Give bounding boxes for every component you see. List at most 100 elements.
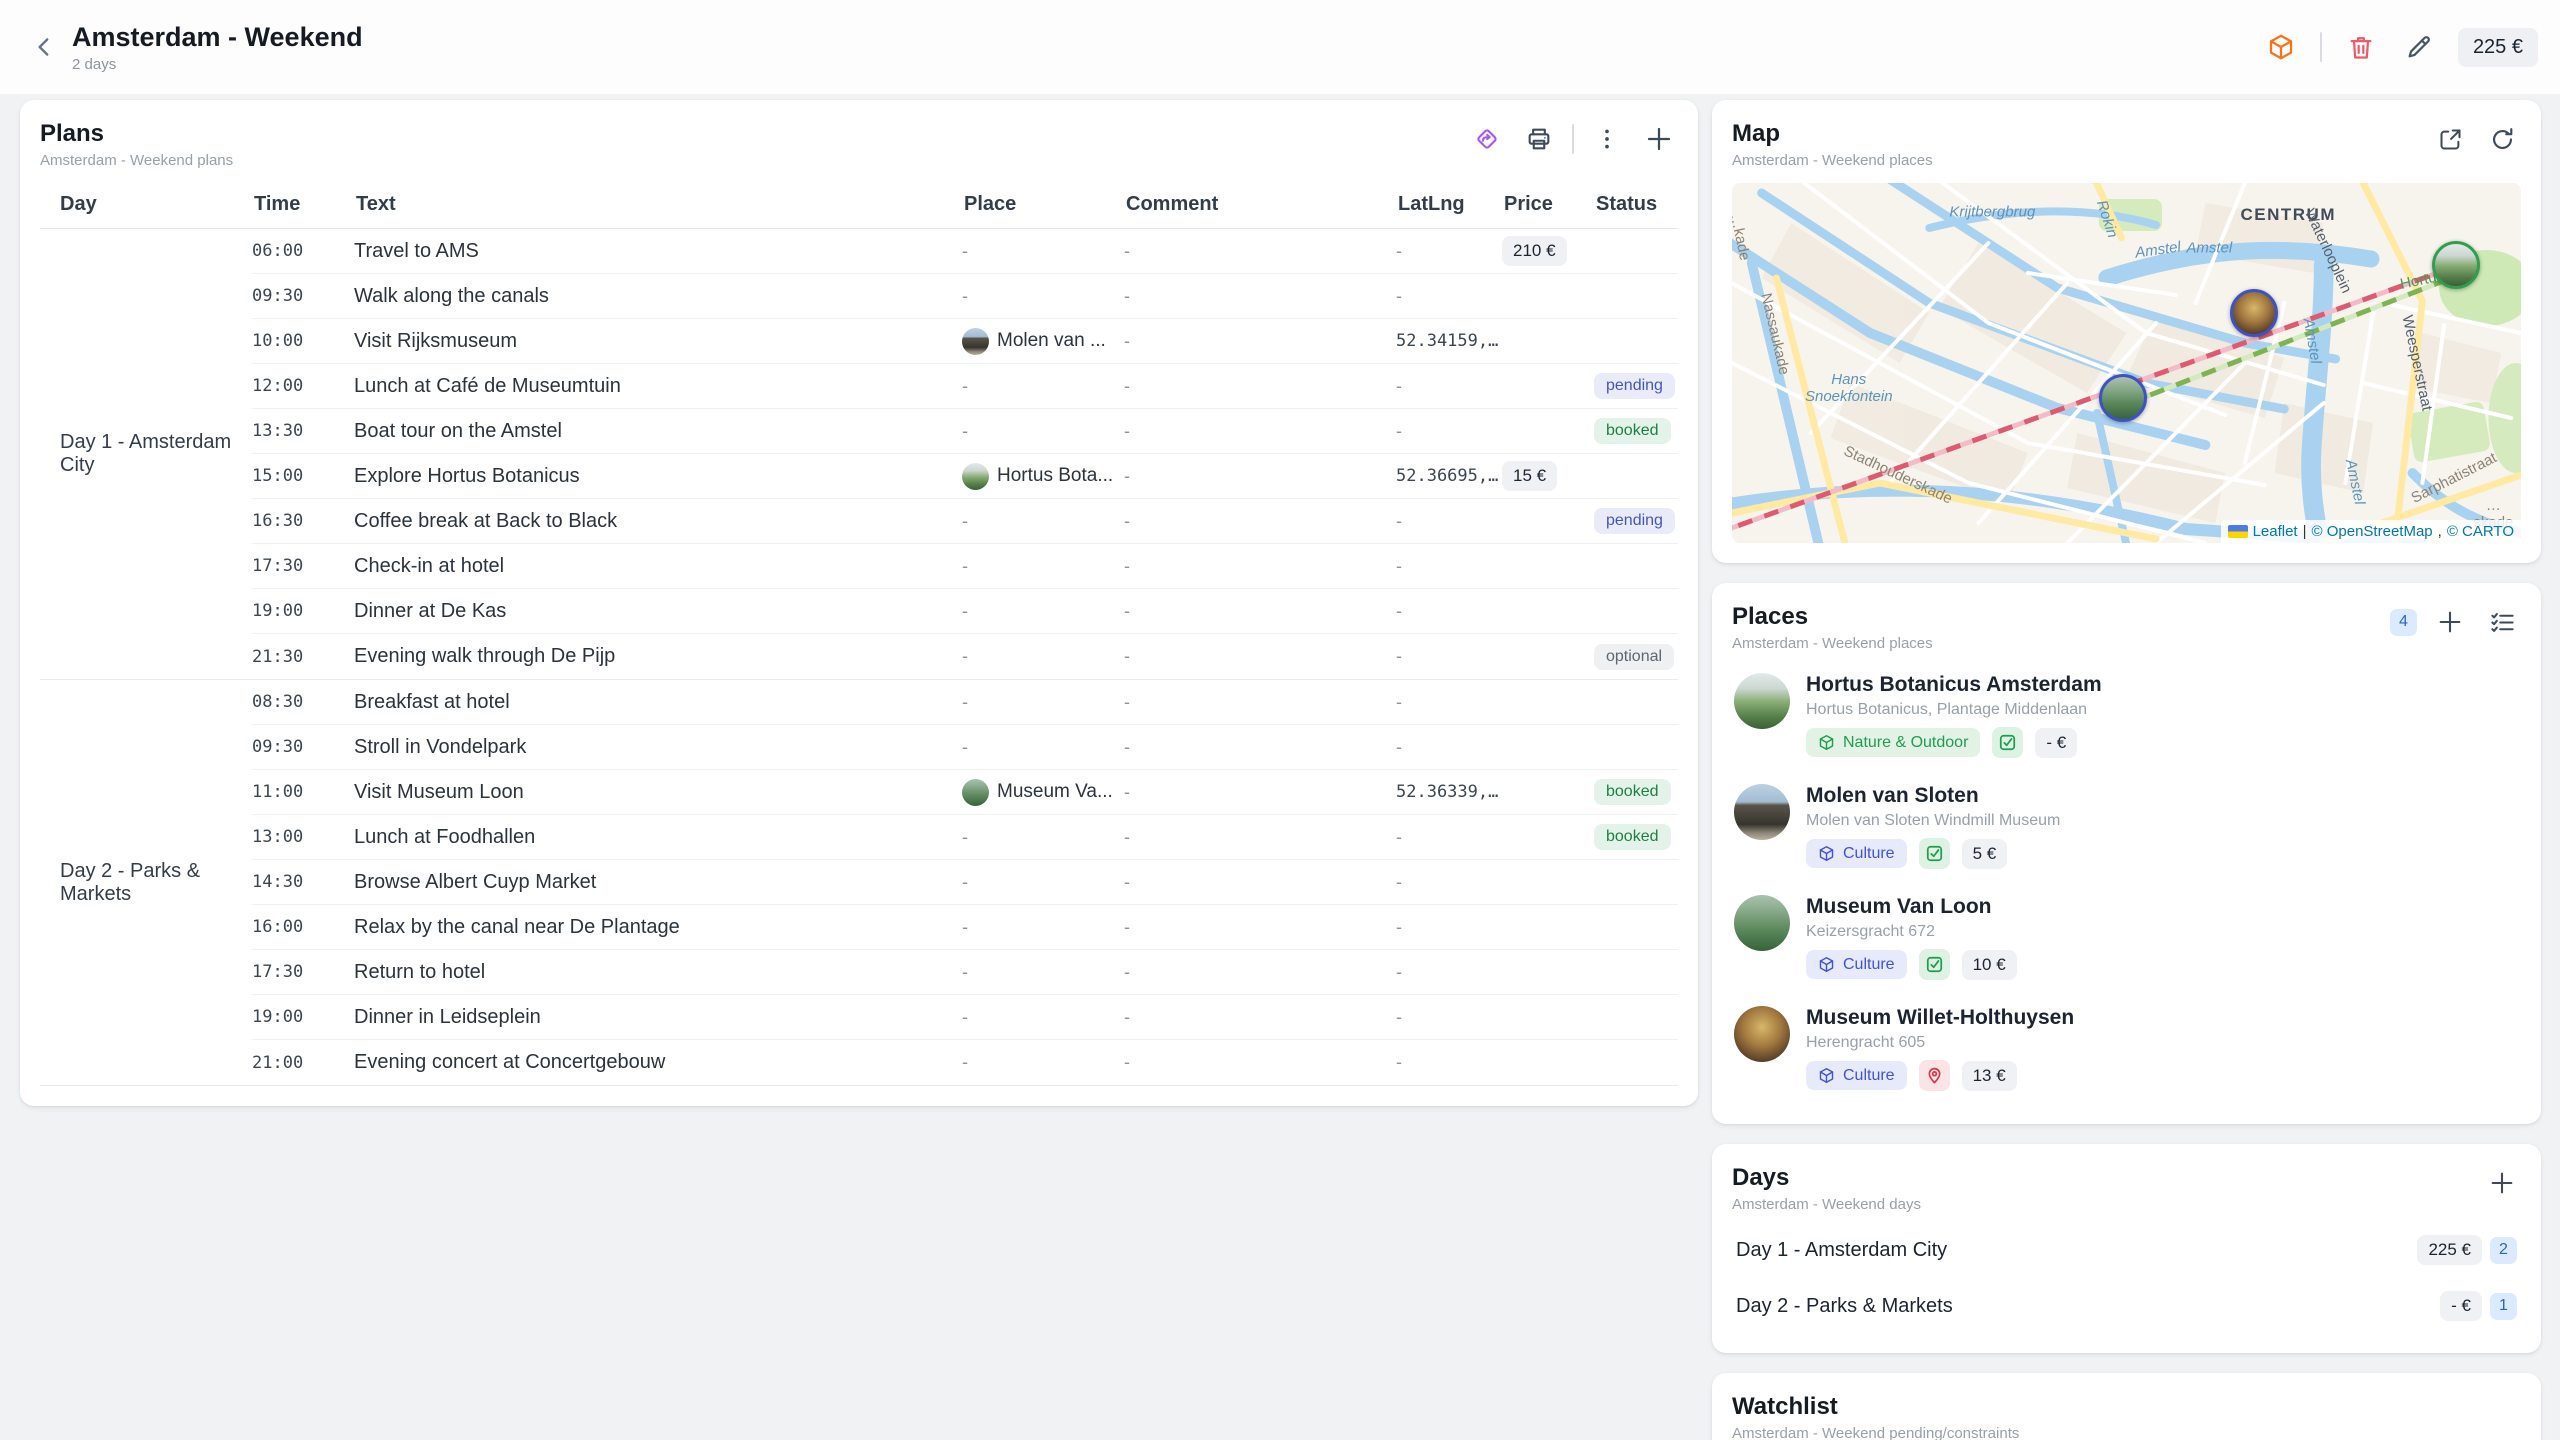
plan-latlng: - (1396, 827, 1502, 848)
museum-willet-marker[interactable] (2230, 289, 2278, 337)
kebab-menu-icon (1594, 126, 1620, 152)
place-info: Hortus Botanicus AmsterdamHortus Botanic… (1806, 673, 2102, 758)
right-column: Map Amsterdam - Weekend places (1712, 100, 2541, 1440)
trip-total-badge: 225 € (2458, 28, 2538, 67)
plans-menu-button[interactable] (1588, 120, 1626, 158)
category-label: Nature & Outdoor (1843, 735, 1968, 751)
edit-trip-button[interactable] (2400, 28, 2438, 66)
plan-latlng: - (1396, 872, 1502, 893)
place-address: Herengracht 605 (1806, 1034, 2074, 1052)
plan-comment: - (1124, 331, 1396, 352)
plan-row[interactable]: 19:00Dinner in Leidseplein--- (252, 995, 1678, 1040)
empty-value: - (1124, 872, 1130, 893)
place-item[interactable]: Hortus Botanicus AmsterdamHortus Botanic… (1732, 660, 2521, 771)
place-name: Hortus Bota... (997, 465, 1113, 487)
plan-row[interactable]: 06:00Travel to AMS---210 € (252, 229, 1678, 274)
day-badges: 225 €2 (2417, 1235, 2517, 1265)
plan-text: Walk along the canals (354, 285, 962, 308)
map-expand-button[interactable] (2431, 120, 2469, 158)
latlng-value: - (1396, 1007, 1402, 1028)
plan-row[interactable]: 16:30Coffee break at Back to Black---pen… (252, 499, 1678, 544)
plan-row[interactable]: 15:00Explore Hortus BotanicusHortus Bota… (252, 454, 1678, 499)
plan-row[interactable]: 13:00Lunch at Foodhallen---booked (252, 815, 1678, 860)
places-count-badge: 4 (2390, 609, 2417, 636)
plan-row[interactable]: 17:30Check-in at hotel--- (252, 544, 1678, 589)
plan-row[interactable]: 21:00Evening concert at Concertgebouw--- (252, 1040, 1678, 1085)
plan-row[interactable]: 19:00Dinner at De Kas--- (252, 589, 1678, 634)
plan-row[interactable]: 10:00Visit RijksmuseumMolen van ...-52.3… (252, 319, 1678, 364)
cube-icon (1818, 956, 1835, 973)
print-button[interactable] (1520, 120, 1558, 158)
cube-icon (1818, 1067, 1835, 1084)
empty-value: - (962, 1007, 968, 1028)
map-refresh-button[interactable] (2483, 120, 2521, 158)
place-item[interactable]: Museum Van LoonKeizersgracht 672Culture1… (1732, 882, 2521, 993)
plan-time-cell: 06:00 (252, 241, 354, 261)
osm-link[interactable]: © OpenStreetMap (2312, 523, 2433, 540)
add-day-button[interactable] (2483, 1164, 2521, 1202)
empty-value: - (1124, 737, 1130, 758)
plus-icon (2436, 608, 2464, 636)
empty-value: - (962, 1052, 968, 1073)
col-day: Day (40, 193, 252, 216)
days-subtitle: Amsterdam - Weekend days (1732, 1196, 1921, 1213)
plan-row[interactable]: 14:30Browse Albert Cuyp Market--- (252, 860, 1678, 905)
day-row[interactable]: Day 1 - Amsterdam City 225 €2 (1732, 1223, 2521, 1277)
status-badge: pending (1594, 373, 1675, 399)
plan-row[interactable]: 13:30Boat tour on the Amstel---booked (252, 409, 1678, 454)
delete-trip-button[interactable] (2342, 28, 2380, 66)
hortus-botanicus-marker[interactable] (2432, 241, 2480, 289)
empty-value: - (1124, 917, 1130, 938)
plan-text: Evening concert at Concertgebouw (354, 1051, 962, 1074)
plan-comment: - (1124, 827, 1396, 848)
plan-time-cell: 15:00 (252, 466, 354, 486)
status-badge: pending (1594, 508, 1675, 534)
price-chip: 210 € (1502, 236, 1567, 266)
top-divider (2320, 32, 2322, 62)
place-info: Museum Willet-HolthuysenHerengracht 605C… (1806, 1006, 2074, 1091)
carto-link[interactable]: © CARTO (2447, 523, 2514, 540)
plan-latlng: - (1396, 556, 1502, 577)
route-button[interactable] (1468, 120, 1506, 158)
category-label: Culture (1843, 1068, 1895, 1084)
add-plan-button[interactable] (1640, 120, 1678, 158)
day-row[interactable]: Day 2 - Parks & Markets- €1 (1732, 1279, 2521, 1333)
leaflet-link[interactable]: Leaflet (2253, 523, 2298, 540)
plan-row[interactable]: 21:30Evening walk through De Pijp---opti… (252, 634, 1678, 679)
back-button[interactable] (26, 29, 62, 65)
leaflet-map[interactable]: KrijtbergbrugRokinAmstelAmstelCENTRUMWat… (1732, 183, 2521, 543)
col-status: Status (1594, 193, 1678, 216)
latlng-value: - (1396, 241, 1402, 262)
plan-comment: - (1124, 601, 1396, 622)
places-list-view-button[interactable] (2483, 603, 2521, 641)
plan-row[interactable]: 08:30Breakfast at hotel--- (252, 680, 1678, 725)
plan-place: Molen van ... (962, 328, 1124, 355)
plan-status: booked (1594, 779, 1678, 805)
plan-row[interactable]: 12:00Lunch at Café de Museumtuin---pendi… (252, 364, 1678, 409)
latlng-value: - (1396, 646, 1402, 667)
plan-row[interactable]: 09:30Walk along the canals--- (252, 274, 1678, 319)
plan-row[interactable]: 11:00Visit Museum LoonMuseum Va...-52.36… (252, 770, 1678, 815)
empty-value: - (962, 511, 968, 532)
museum-van-loon-marker[interactable] (2099, 374, 2147, 422)
place-avatar (962, 328, 989, 355)
empty-value: - (1124, 601, 1130, 622)
latlng-value: - (1396, 692, 1402, 713)
empty-value: - (962, 917, 968, 938)
plan-time: 15:00 (252, 466, 303, 486)
plan-latlng: - (1396, 962, 1502, 983)
ukraine-flag-icon (2228, 525, 2248, 538)
plan-row[interactable]: 16:00Relax by the canal near De Plantage… (252, 905, 1678, 950)
plan-latlng: - (1396, 241, 1502, 262)
visited-check-badge (1919, 838, 1950, 869)
plan-row[interactable]: 17:30Return to hotel--- (252, 950, 1678, 995)
empty-value: - (1124, 556, 1130, 577)
check-square-icon (1925, 955, 1944, 974)
place-item[interactable]: Molen van SlotenMolen van Sloten Windmil… (1732, 771, 2521, 882)
place-item[interactable]: Museum Willet-HolthuysenHerengracht 605C… (1732, 993, 2521, 1104)
plan-time: 17:30 (252, 962, 303, 982)
plan-row[interactable]: 09:30Stroll in Vondelpark--- (252, 725, 1678, 770)
day-label: Day 1 - Amsterdam City (1736, 1239, 1947, 1262)
export-package-button[interactable] (2262, 28, 2300, 66)
add-place-button[interactable] (2431, 603, 2469, 641)
